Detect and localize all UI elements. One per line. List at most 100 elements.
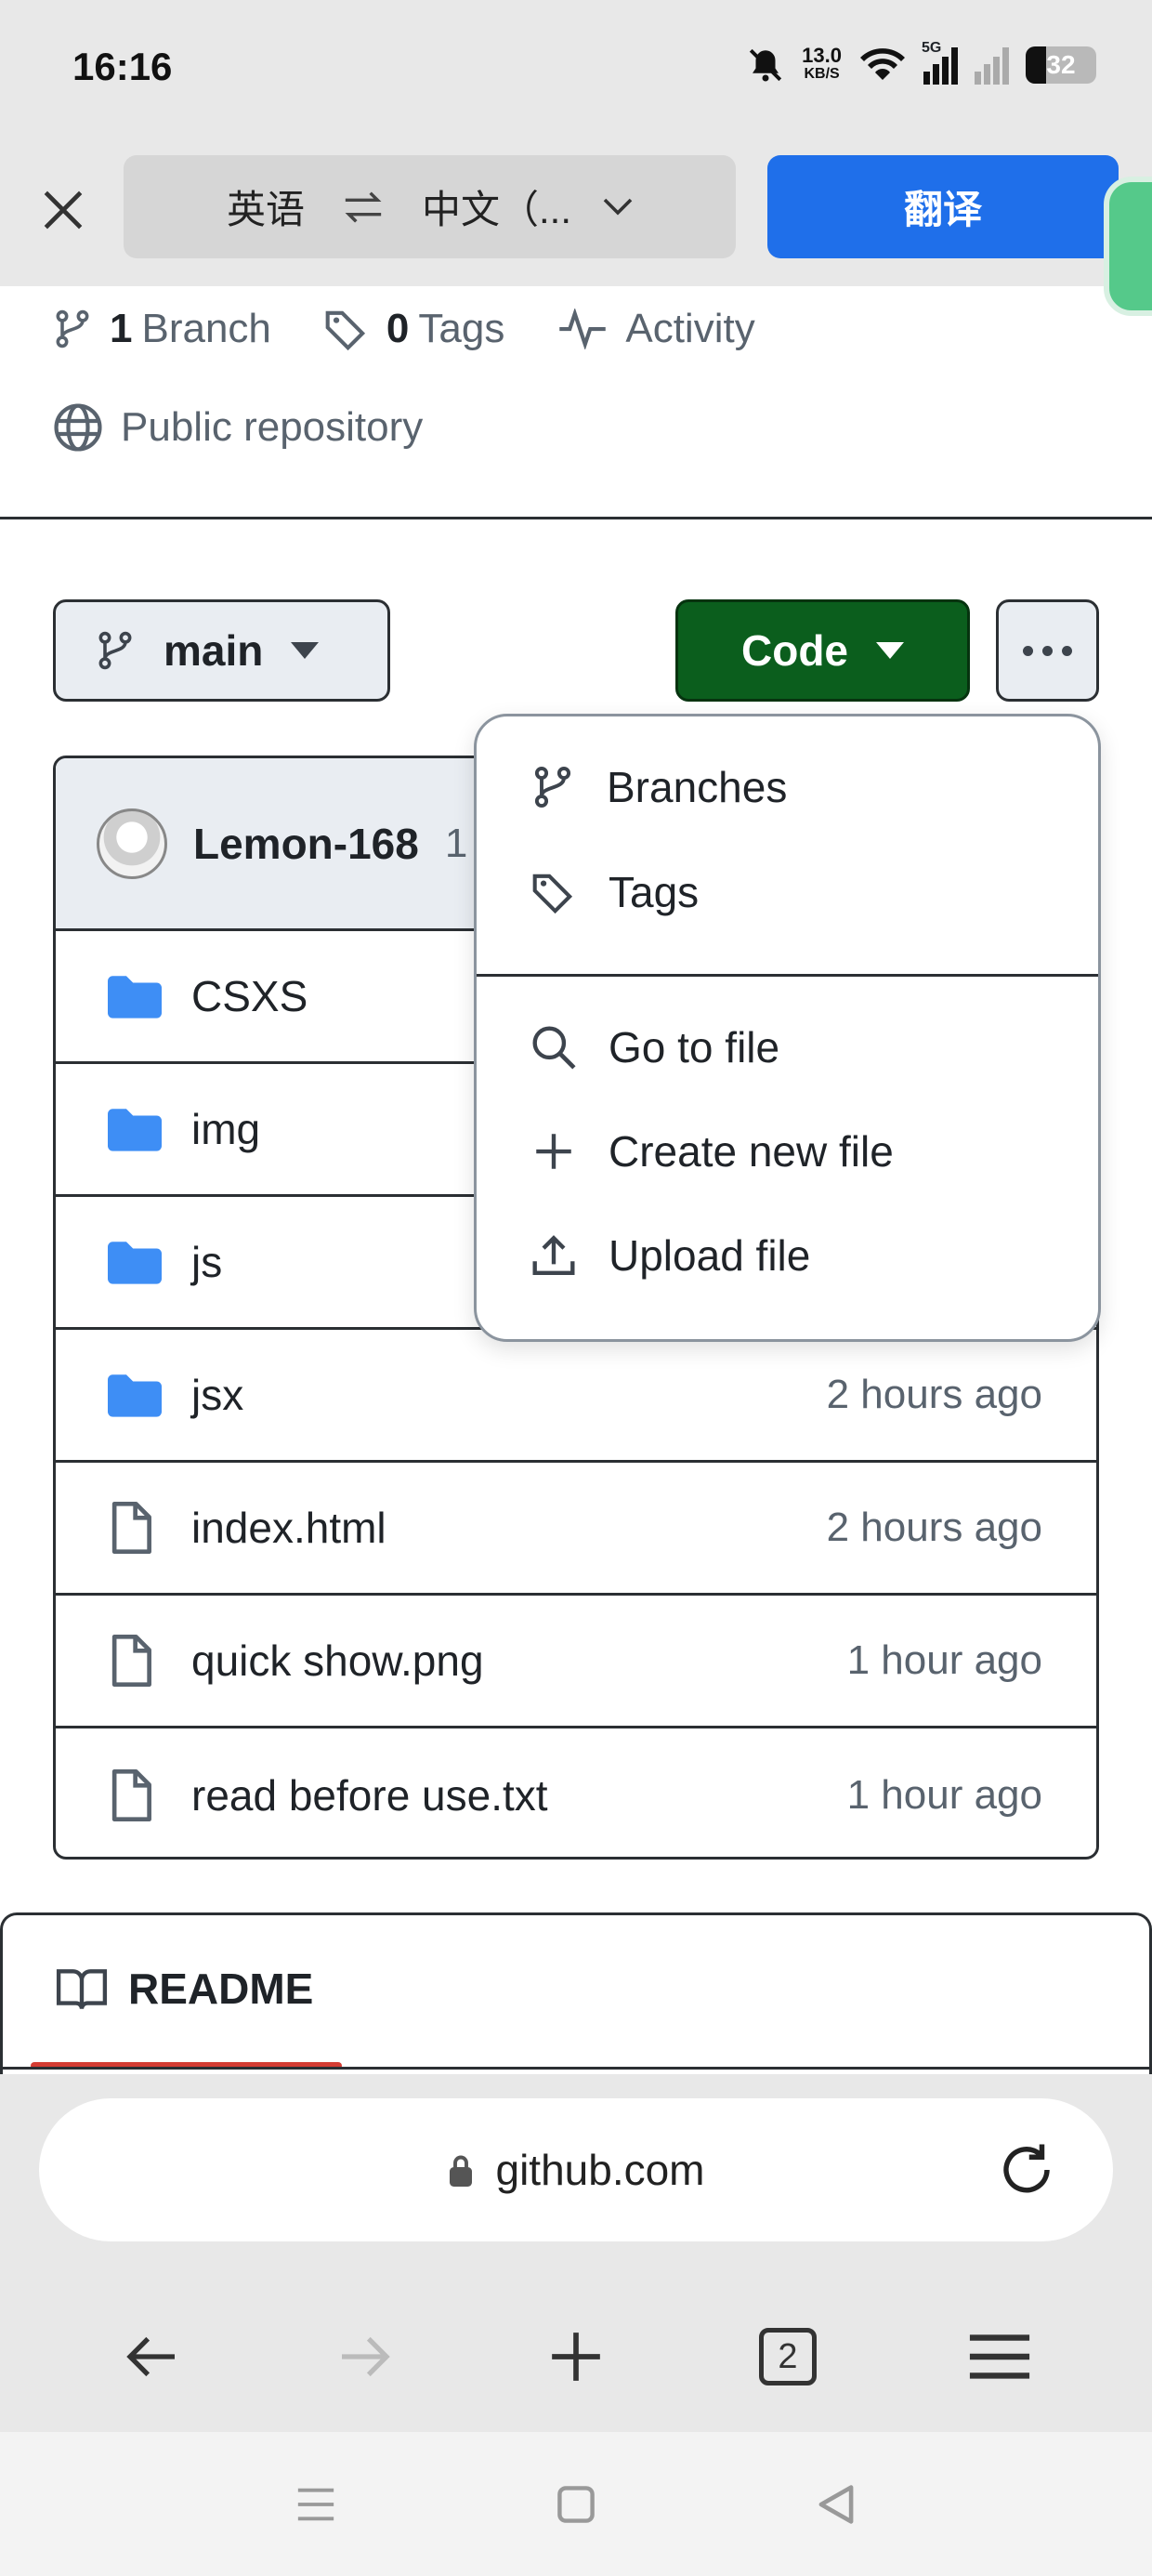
caret-down-icon: [876, 642, 904, 659]
mute-bell-icon: [750, 48, 782, 82]
more-options-button[interactable]: [996, 599, 1099, 702]
tags-link[interactable]: 0 Tags: [323, 306, 504, 352]
folder-icon: [108, 974, 164, 1019]
file-updated-time: 2 hours ago: [826, 1372, 1042, 1417]
file-updated-time: 1 hour ago: [846, 1637, 1042, 1683]
file-name[interactable]: quick show.png: [191, 1636, 847, 1686]
source-language: 英语: [226, 188, 305, 231]
readme-title: README: [128, 1965, 314, 2013]
repo-meta-row: 1 Branch 0 Tags Activity: [52, 305, 807, 353]
net-speed: 13.0 KB/S: [802, 46, 842, 84]
address-bar[interactable]: github.com: [39, 2098, 1113, 2241]
search-icon: [532, 1026, 576, 1070]
status-time: 16:16: [72, 45, 173, 88]
system-navigation-bar: [0, 2432, 1152, 2576]
tag-icon: [325, 310, 365, 351]
commit-extra: 1: [444, 820, 468, 866]
pulse-icon: [559, 309, 607, 349]
home-icon[interactable]: [556, 2484, 596, 2525]
book-icon: [56, 1969, 108, 2010]
tag-label: Tags: [418, 306, 505, 351]
file-name[interactable]: read before use.txt: [191, 1770, 847, 1820]
menu-item-tags[interactable]: Tags: [477, 840, 1098, 944]
lock-icon: [450, 2155, 473, 2187]
plus-icon: [536, 1134, 571, 1169]
menu-item-branches[interactable]: Branches: [477, 735, 1098, 839]
tabs-button[interactable]: 2: [732, 2310, 844, 2403]
git-branch-icon: [534, 766, 571, 808]
readme-tab[interactable]: README: [56, 1964, 313, 2014]
activity-label: Activity: [625, 306, 755, 351]
back-button[interactable]: [97, 2310, 208, 2403]
visibility-info: Public repository: [52, 401, 423, 453]
menu-item-create-new-file-label: Create new file: [609, 1127, 894, 1176]
more-options-menu: Branches Tags Go to file Create new file…: [474, 714, 1101, 1342]
menu-item-create-new-file[interactable]: Create new file: [477, 1099, 1098, 1203]
new-tab-button[interactable]: [520, 2310, 632, 2403]
visibility-label: Public repository: [121, 404, 424, 450]
translate-button[interactable]: 翻译: [767, 155, 1119, 258]
readme-divider: [3, 2067, 1152, 2070]
language-selector[interactable]: 英语 中文（...: [124, 155, 736, 258]
chevron-down-icon: [603, 198, 633, 216]
activity-link[interactable]: Activity: [556, 306, 755, 352]
tag-count: 0: [386, 306, 410, 351]
visibility-row: Public repository: [52, 401, 475, 453]
menu-button[interactable]: [944, 2310, 1055, 2403]
signal-sim2-icon: [975, 46, 1009, 85]
back-triangle-icon[interactable]: [815, 2483, 857, 2526]
menu-item-upload-file-label: Upload file: [609, 1231, 811, 1280]
swap-icon[interactable]: [342, 189, 385, 226]
file-row[interactable]: index.html 2 hours ago: [56, 1463, 1096, 1596]
branches-link[interactable]: 1 Branch: [52, 305, 271, 353]
battery-level: 32: [1046, 50, 1076, 79]
file-icon: [108, 1634, 164, 1688]
file-row[interactable]: jsx 2 hours ago: [56, 1330, 1096, 1463]
tag-icon: [532, 874, 573, 914]
recent-apps-icon[interactable]: [295, 2486, 337, 2523]
net-speed-value: 13.0: [802, 44, 842, 67]
floating-chat-bubble[interactable]: [1104, 177, 1152, 316]
file-name[interactable]: index.html: [191, 1503, 827, 1553]
file-updated-time: 2 hours ago: [826, 1505, 1042, 1550]
net-speed-unit: KB/S: [804, 66, 840, 82]
menu-divider: [477, 974, 1098, 977]
status-icons: 13.0 KB/S 5G 32: [746, 40, 1096, 89]
git-branch-icon: [56, 309, 89, 348]
close-icon[interactable]: [37, 184, 89, 236]
reload-icon[interactable]: [996, 2139, 1057, 2201]
code-button[interactable]: Code: [675, 599, 970, 702]
commit-author[interactable]: Lemon-168: [193, 819, 419, 869]
menu-item-upload-file[interactable]: Upload file: [477, 1203, 1098, 1308]
folder-icon: [108, 1373, 164, 1417]
menu-item-branches-label: Branches: [607, 763, 788, 811]
branch-select-button[interactable]: main: [53, 599, 390, 702]
status-bar: 16:16 13.0 KB/S 5G 32: [0, 0, 1152, 139]
avatar[interactable]: [97, 808, 167, 879]
target-language: 中文（...: [422, 188, 572, 231]
forward-button[interactable]: [308, 2310, 420, 2403]
globe-icon: [54, 403, 102, 452]
translate-bar: 英语 中文（... 翻译: [0, 139, 1152, 316]
upload-icon: [532, 1235, 575, 1275]
menu-item-tags-label: Tags: [609, 868, 700, 916]
folder-icon: [108, 1107, 164, 1151]
browser-nav-buttons: 2: [0, 2310, 1152, 2403]
menu-item-go-to-file-label: Go to file: [609, 1023, 780, 1071]
branch-label: Branch: [141, 306, 271, 351]
menu-item-go-to-file[interactable]: Go to file: [477, 995, 1098, 1099]
file-row[interactable]: read before use.txt 1 hour ago: [56, 1728, 1096, 1857]
signal-5g-icon: 5G: [922, 40, 958, 85]
folder-icon: [108, 1240, 164, 1284]
code-label: Code: [741, 626, 848, 675]
hamburger-icon: [969, 2334, 1030, 2379]
file-name[interactable]: jsx: [191, 1370, 827, 1420]
battery-icon: 32: [1026, 46, 1096, 84]
header-divider: [0, 517, 1152, 519]
file-row[interactable]: quick show.png 1 hour ago: [56, 1596, 1096, 1728]
file-icon: [108, 1768, 164, 1822]
branch-name: main: [164, 626, 264, 675]
readme-panel: README: [0, 1912, 1152, 2080]
plus-icon: [552, 2333, 600, 2381]
file-updated-time: 1 hour ago: [846, 1771, 1042, 1818]
